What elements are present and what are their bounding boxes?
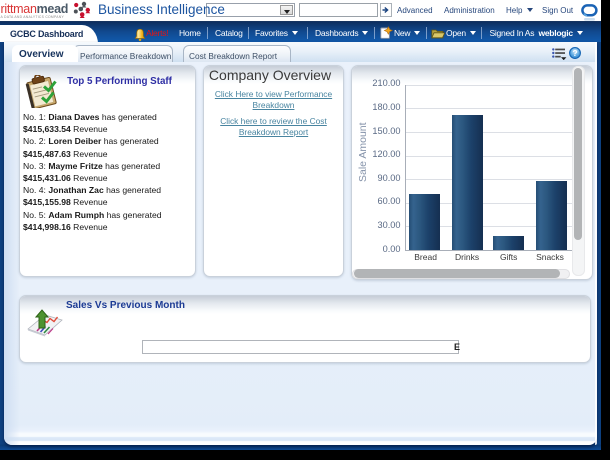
svg-text:?: ?: [572, 48, 577, 58]
